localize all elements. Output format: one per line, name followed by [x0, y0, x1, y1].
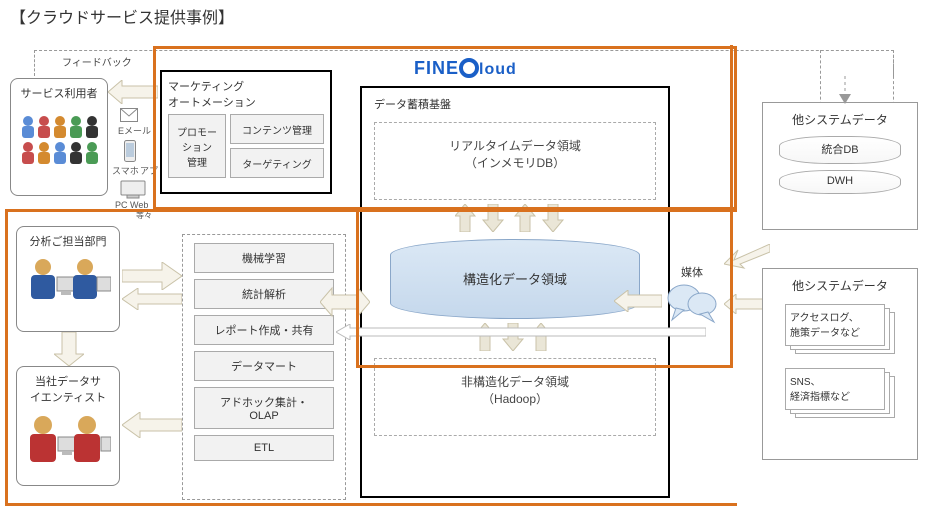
finecloud-logo: FINEloud — [414, 58, 517, 79]
email-label: Eメール — [118, 124, 151, 137]
media-label: 媒体 — [660, 264, 724, 280]
orange-highlight-rightclose — [730, 45, 733, 367]
tool-stats: 統計解析 — [194, 279, 334, 309]
arrow-cyl-left-icon — [614, 290, 662, 315]
scientist-label: 当社データサ イエンティスト — [21, 373, 115, 405]
arrow-report-icon — [336, 324, 706, 343]
etc-label: 等々 — [136, 210, 152, 221]
ext-sys-1-title: 他システムデータ — [771, 111, 909, 128]
tool-report: レポート作成・共有 — [194, 315, 334, 345]
arrow-to-users-icon — [108, 80, 158, 107]
ext-sys-1: 他システムデータ 統合DB DWH — [762, 102, 918, 230]
analysis-dept-box: 分析ご担当部門 — [16, 226, 120, 332]
arrows-updown-1-icon — [374, 204, 656, 235]
doc-stack-2: SNS、 経済指標など — [785, 368, 895, 418]
targeting: ターゲティング — [230, 148, 324, 178]
doc-stack-1: アクセスログ、 施策データなど — [785, 304, 895, 354]
tool-olap: アドホック集計・ OLAP — [194, 387, 334, 429]
dashed-down-icon — [836, 76, 854, 107]
promo-mgmt: プロモー ション 管理 — [168, 114, 226, 178]
service-users-label: サービス利用者 — [15, 85, 103, 101]
tool-ml: 機械学習 — [194, 243, 334, 273]
structured-data: 構造化データ領域 — [390, 239, 640, 319]
feedback-label: フィードバック — [62, 54, 132, 69]
arrow-people-updown-icon — [54, 332, 84, 369]
media-group: 媒体 — [660, 264, 724, 327]
tool-etl: ETL — [194, 435, 334, 461]
tool-mart: データマート — [194, 351, 334, 381]
analysis-dept-label: 分析ご担当部門 — [21, 233, 115, 249]
toolstack-group: 機械学習 統計解析 レポート作成・共有 データマート アドホック集計・ OLAP… — [182, 234, 346, 500]
arrow-sci-left-icon — [122, 412, 182, 441]
arrow-dept-left-icon — [122, 288, 182, 313]
doc-sns: SNS、 経済指標など — [785, 368, 885, 410]
crowd-icon — [15, 107, 103, 170]
db-integrated: 統合DB — [779, 136, 901, 164]
ext-sys-2-title: 他システムデータ — [771, 277, 909, 294]
unstructured-area: 非構造化データ領域 （Hadoop） — [374, 358, 656, 436]
realtime-area: リアルタイムデータ領域 （インメモリDB） — [374, 122, 656, 200]
data-platform-title: データ蓄積基盤 — [374, 96, 656, 112]
page-title: 【クラウドサービス提供事例】 — [10, 4, 234, 28]
marketing-group: マーケティング オートメーション プロモー ション 管理 コンテンツ管理 ターゲ… — [160, 70, 332, 194]
content-mgmt: コンテンツ管理 — [230, 114, 324, 144]
pcweb-label: PC Web — [115, 200, 148, 210]
phone-label: スマホ — [112, 164, 139, 177]
db-dwh: DWH — [779, 170, 901, 194]
doc-access: アクセスログ、 施策データなど — [785, 304, 885, 346]
outer-dashed-right — [820, 50, 894, 110]
ext-sys-2: 他システムデータ アクセスログ、 施策データなど SNS、 経済指標など — [762, 268, 918, 460]
phone-icon — [124, 140, 136, 165]
service-users-box: サービス利用者 — [10, 78, 108, 196]
email-icon — [120, 108, 138, 125]
marketing-title: マーケティング オートメーション — [168, 78, 324, 110]
arrow-tool-cyl-icon — [320, 282, 370, 325]
scientist-box: 当社データサ イエンティスト — [16, 366, 120, 486]
